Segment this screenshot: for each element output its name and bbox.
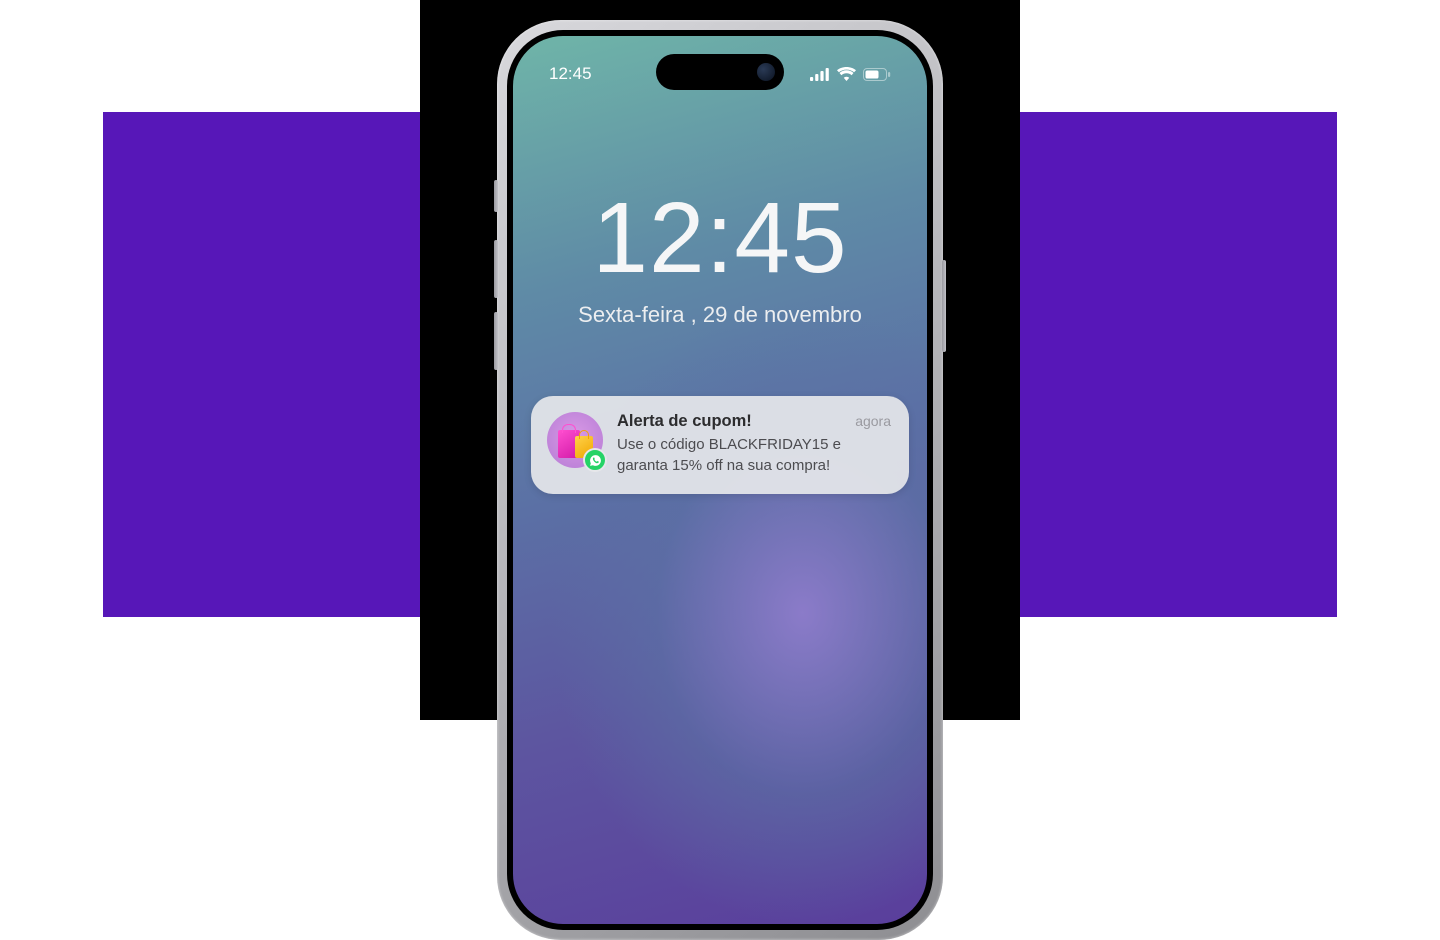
lock-date: Sexta-feira , 29 de novembro [513,302,927,328]
notification-card[interactable]: Alerta de cupom! agora Use o código BLAC… [531,396,909,494]
dynamic-island [656,54,784,90]
battery-icon [863,68,891,81]
volume-up-button [494,240,498,298]
lock-clock: 12:45 Sexta-feira , 29 de novembro [513,188,927,328]
cellular-signal-icon [810,68,830,81]
whatsapp-icon [583,448,607,472]
lock-screen[interactable]: 12:45 12:45 Sexta-feir [513,36,927,924]
front-camera-icon [757,63,775,81]
notification-timestamp: agora [855,413,891,429]
notification-icon [547,412,603,468]
status-time: 12:45 [549,64,592,84]
volume-down-button [494,312,498,370]
notification-title: Alerta de cupom! [617,412,752,431]
lock-time: 12:45 [513,188,927,288]
notification-message: Use o código BLACKFRIDAY15 e garanta 15%… [617,435,891,476]
phone-mockup: 12:45 12:45 Sexta-feir [497,20,943,940]
wifi-icon [837,67,856,81]
power-button [942,260,946,352]
mute-switch [494,180,498,212]
